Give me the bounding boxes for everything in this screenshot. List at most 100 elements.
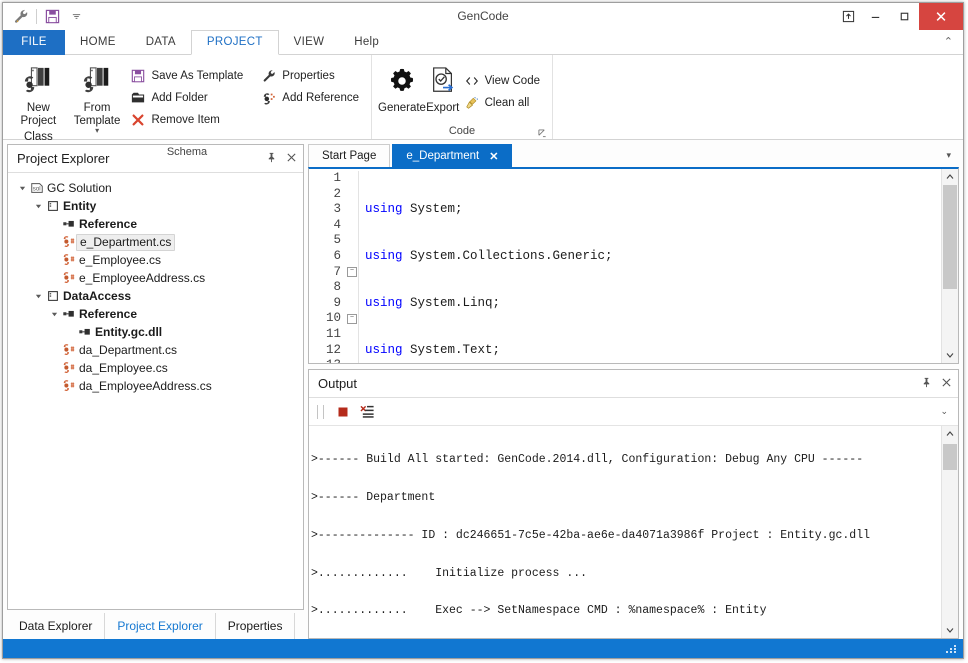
output-vertical-scrollbar[interactable]: [941, 426, 958, 638]
tree-node-entity[interactable]: Entity: [8, 197, 303, 215]
csharp-file-icon: [60, 379, 77, 393]
clean-all-button[interactable]: Clean all: [460, 92, 546, 114]
clean-all-broom-icon: [462, 96, 482, 110]
scroll-up-icon[interactable]: [946, 169, 954, 185]
tree-node-e-employeeaddress-cs[interactable]: e_EmployeeAddress.cs: [8, 269, 303, 287]
generate-button[interactable]: Generate: [378, 61, 426, 115]
tree-node-dataaccess-reference[interactable]: Reference: [8, 305, 303, 323]
scroll-thumb[interactable]: [943, 185, 957, 289]
editor-tab-e-department[interactable]: e_Department ✕: [392, 144, 513, 167]
ribbon-display-options-button[interactable]: [835, 3, 861, 30]
export-button[interactable]: Export: [426, 61, 460, 115]
maximize-button[interactable]: [890, 3, 919, 30]
expand-arrow-icon[interactable]: [16, 185, 28, 192]
properties-button[interactable]: Properties: [257, 65, 365, 87]
tree-node-dataaccess[interactable]: DataAccess: [8, 287, 303, 305]
scroll-thumb[interactable]: [943, 444, 957, 470]
csharp-file-icon: [60, 235, 77, 249]
project-tree[interactable]: sol GC Solution Entity Reference e_Depar…: [8, 173, 303, 609]
output-text[interactable]: >------ Build All started: GenCode.2014.…: [309, 426, 941, 638]
close-button[interactable]: ✕: [919, 3, 963, 30]
tree-node-e-department-cs[interactable]: e_Department.cs: [8, 233, 303, 251]
ribbon-tab-file[interactable]: FILE: [3, 30, 65, 55]
output-panel: Output ⌄ >------ Build All started: GenC…: [308, 369, 959, 639]
stop-build-icon[interactable]: [331, 401, 355, 423]
properties-wrench-icon: [259, 69, 279, 83]
line-number: 1: [333, 171, 341, 185]
code-text[interactable]: using System; using System.Collections.G…: [365, 171, 941, 363]
tab-properties[interactable]: Properties: [216, 613, 296, 639]
output-body[interactable]: >------ Build All started: GenCode.2014.…: [309, 426, 958, 638]
toolbar-separator: [36, 9, 37, 24]
expand-arrow-icon[interactable]: [32, 293, 44, 300]
from-template-label: From Template: [73, 102, 121, 127]
new-project-class-button[interactable]: New Project Class: [9, 61, 68, 144]
view-code-label: View Code: [484, 75, 540, 87]
ribbon-tab-home[interactable]: HOME: [65, 30, 131, 55]
scroll-track[interactable]: [942, 442, 958, 622]
save-as-template-label: Save As Template: [151, 70, 244, 82]
tree-node-da-department-cs[interactable]: da_Department.cs: [8, 341, 303, 359]
code-surface[interactable]: 1 2 3 4 5 6 7 8 9 10 11 12 13: [309, 169, 941, 363]
add-folder-label: Add Folder: [151, 92, 208, 104]
scroll-track[interactable]: [942, 185, 958, 347]
tree-label: Reference: [79, 216, 138, 231]
view-code-button[interactable]: View Code: [460, 70, 546, 92]
scroll-down-icon[interactable]: [946, 347, 954, 363]
clear-output-icon[interactable]: [355, 401, 379, 423]
tree-node-entity-gc-dll[interactable]: Entity.gc.dll: [8, 323, 303, 341]
ribbon-tab-help[interactable]: Help: [339, 30, 394, 55]
save-icon[interactable]: [40, 6, 64, 28]
editor-vertical-scrollbar[interactable]: [941, 169, 958, 363]
close-icon[interactable]: [941, 377, 952, 391]
new-project-class-label-2: Class: [23, 131, 53, 143]
fold-toggle-icon[interactable]: −: [347, 314, 357, 324]
ribbon-tab-view[interactable]: VIEW: [279, 30, 340, 55]
tree-label: da_Employee.cs: [79, 360, 168, 375]
editor-tab-close-icon[interactable]: ✕: [489, 150, 498, 163]
toolbar-grip-handle[interactable]: [317, 404, 324, 419]
code-line: using System.Collections.Generic;: [365, 248, 613, 263]
output-toolbar: ⌄: [309, 398, 958, 426]
save-as-template-button[interactable]: Save As Template: [126, 65, 249, 87]
new-project-class-icon: [21, 66, 55, 99]
resize-grip-icon[interactable]: [946, 643, 957, 654]
tools-icon[interactable]: [9, 6, 33, 28]
add-folder-button[interactable]: Add Folder: [126, 87, 249, 109]
from-template-button[interactable]: From Template ▾: [68, 61, 127, 135]
expand-arrow-icon[interactable]: [32, 203, 44, 210]
tab-project-explorer[interactable]: Project Explorer: [105, 613, 216, 639]
tree-node-da-employeeaddress-cs[interactable]: da_EmployeeAddress.cs: [8, 377, 303, 395]
code-dialog-launcher-icon[interactable]: [538, 129, 547, 138]
collapse-ribbon-icon[interactable]: ⌃: [944, 30, 953, 55]
expand-arrow-icon[interactable]: [48, 311, 60, 318]
code-editor[interactable]: 1 2 3 4 5 6 7 8 9 10 11 12 13: [308, 167, 959, 364]
editor-tab-label: e_Department: [406, 150, 480, 162]
from-template-caret-icon[interactable]: ▾: [95, 127, 99, 135]
add-reference-button[interactable]: Add Reference: [257, 87, 365, 109]
chevron-down-icon[interactable]: [64, 6, 88, 28]
code-folding-column[interactable]: − −: [346, 171, 359, 363]
fold-toggle-icon[interactable]: −: [347, 267, 357, 277]
schema-group-title: Schema: [166, 146, 208, 158]
editor-tab-dropdown-icon[interactable]: ▾: [938, 144, 959, 167]
add-reference-label: Add Reference: [282, 92, 359, 104]
clean-all-label: Clean all: [484, 97, 530, 109]
tree-node-entity-reference[interactable]: Reference: [8, 215, 303, 233]
title-bar: GenCode ✕: [3, 3, 963, 30]
remove-item-icon: [128, 113, 148, 127]
tree-node-e-employee-cs[interactable]: e_Employee.cs: [8, 251, 303, 269]
ribbon-tab-project[interactable]: PROJECT: [190, 30, 279, 55]
remove-item-button[interactable]: Remove Item: [126, 109, 249, 131]
output-toolbar-overflow-icon[interactable]: ⌄: [940, 406, 952, 417]
tab-data-explorer[interactable]: Data Explorer: [7, 613, 106, 639]
tree-label: DataAccess: [63, 288, 132, 303]
editor-tab-start-page[interactable]: Start Page: [308, 144, 391, 167]
minimize-button[interactable]: [861, 3, 890, 30]
tree-node-da-employee-cs[interactable]: da_Employee.cs: [8, 359, 303, 377]
pin-icon[interactable]: [921, 377, 932, 391]
scroll-up-icon[interactable]: [946, 426, 954, 442]
tree-node-gc-solution[interactable]: sol GC Solution: [8, 179, 303, 197]
scroll-down-icon[interactable]: [946, 622, 954, 638]
ribbon-tab-data[interactable]: DATA: [131, 30, 191, 55]
